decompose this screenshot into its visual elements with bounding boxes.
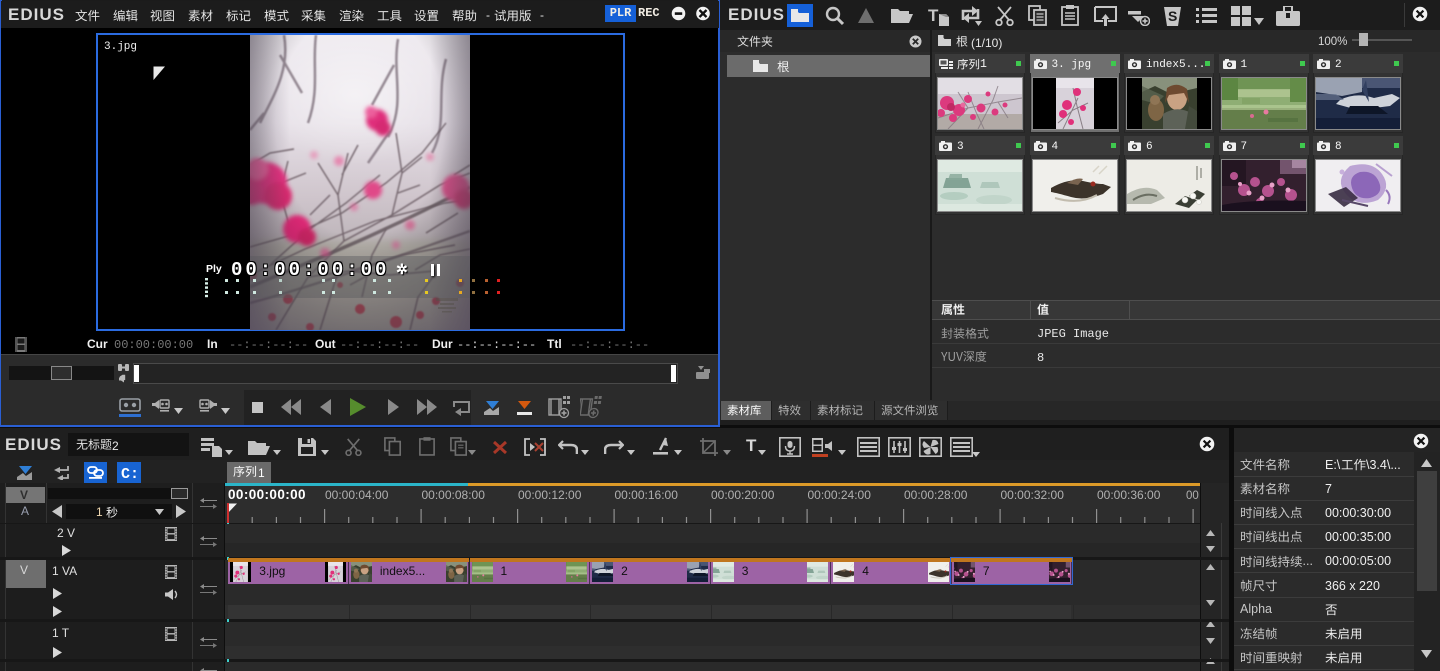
svg-text:C:: C: [121, 466, 138, 480]
svg-text:T: T [928, 6, 939, 25]
svg-text:S: S [1168, 8, 1177, 24]
